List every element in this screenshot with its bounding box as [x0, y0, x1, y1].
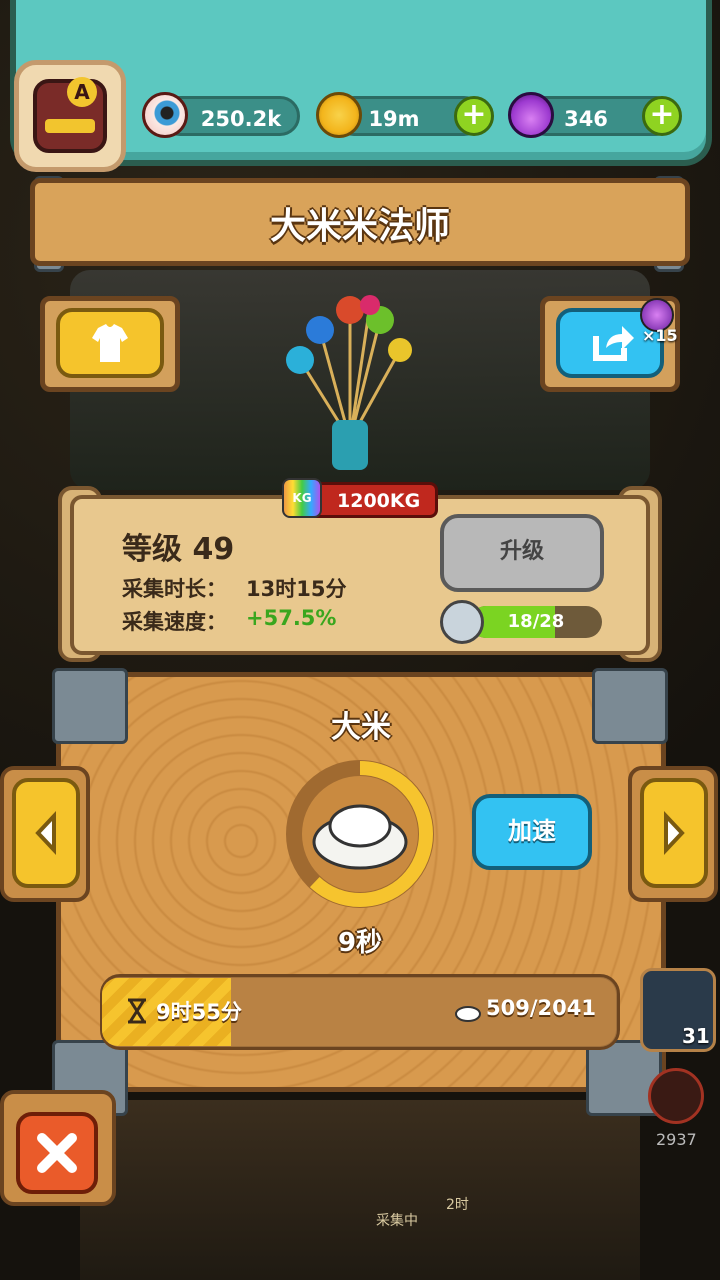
purple-potion-icon	[508, 92, 554, 138]
side-card-count: 31	[682, 1024, 710, 1048]
remaining-time: 9时55分	[156, 1000, 242, 1024]
weight-value: 1200KG	[337, 490, 421, 512]
avatar-teeth	[45, 119, 95, 133]
close-button[interactable]	[16, 1112, 98, 1194]
gold-coin-icon	[316, 92, 362, 138]
arrow-left-icon	[35, 810, 56, 856]
character-name: 大米米法师	[269, 206, 450, 247]
hourglass-icon	[128, 998, 146, 1024]
add-potions-button[interactable]: +	[642, 96, 682, 136]
collect-speed-label: 采集速度：	[122, 610, 227, 634]
shirt-icon	[92, 324, 128, 362]
title-board: 大米米法师	[30, 178, 690, 266]
horned-skull-icon	[440, 600, 484, 644]
side-number: 2937	[656, 1130, 697, 1149]
speed-up-button[interactable]: 加速	[472, 794, 592, 870]
collect-time-label: 采集时长：	[122, 577, 227, 601]
weight-icon: KG	[282, 478, 322, 518]
close-icon	[37, 1133, 77, 1173]
level-label: 等级 49	[122, 532, 235, 567]
avatar-portrait: A	[33, 77, 107, 153]
rice-mage-character	[286, 295, 412, 470]
resource-name: 大米	[331, 710, 391, 745]
bottom-scene: 采集中 2时	[80, 1100, 640, 1280]
bottom-time-label: 2时	[446, 1197, 469, 1213]
outfit-button[interactable]	[56, 308, 164, 378]
previous-button[interactable]	[12, 778, 80, 888]
xp-bar: 18/28	[470, 606, 602, 638]
upgrade-button[interactable]: 升级	[440, 514, 604, 592]
bottom-status-label: 采集中	[376, 1213, 418, 1229]
collect-time-value: 13时15分	[246, 577, 347, 601]
avatar-rank-letter: A	[67, 77, 97, 107]
share-reward-count: ×15	[642, 326, 678, 345]
harvest-timer: 9秒	[337, 928, 383, 958]
collect-speed-value: +57.5%	[246, 606, 337, 630]
eyeball-icon	[142, 92, 188, 138]
rice-small-icon	[455, 1006, 481, 1022]
player-avatar[interactable]: A	[14, 60, 126, 172]
storage-count: 509/2041	[486, 996, 596, 1020]
next-button[interactable]	[640, 778, 708, 888]
add-coins-button[interactable]: +	[454, 96, 494, 136]
xp-text: 18/28	[507, 611, 565, 632]
meat-icon	[648, 1068, 704, 1124]
harvest-progress-ring	[286, 760, 434, 908]
arrow-right-icon	[664, 810, 685, 856]
